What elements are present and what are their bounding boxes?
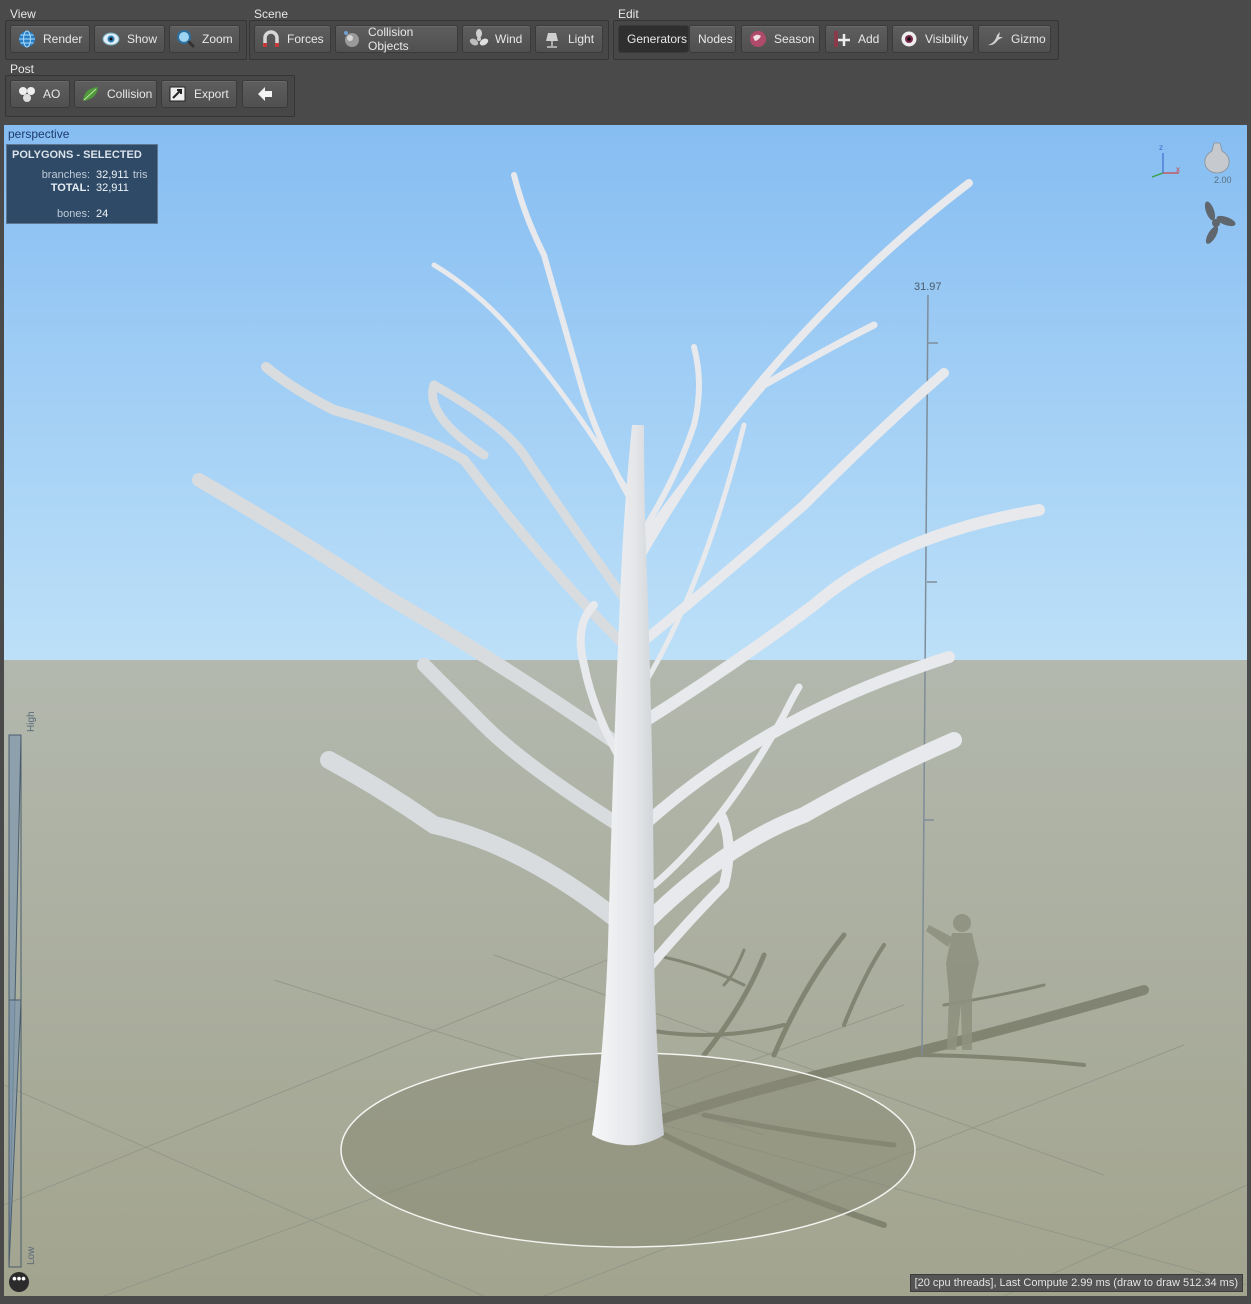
height-scale-value: 31.97	[914, 281, 942, 293]
zoom-label: Zoom	[202, 32, 233, 46]
ao-label: AO	[43, 87, 61, 101]
more-options-button[interactable]: •••	[9, 1272, 29, 1292]
season-globe-icon	[750, 31, 766, 47]
visibility-label: Visibility	[925, 32, 969, 46]
export-label: Export	[194, 87, 229, 101]
camera-label[interactable]: perspective	[8, 127, 69, 141]
forces-label: Forces	[287, 32, 324, 46]
wind-button[interactable]: Wind	[462, 25, 531, 53]
render-button[interactable]: Render	[10, 25, 90, 53]
stats-total-row: TOTAL: 32,911	[7, 182, 129, 194]
collision-objects-label: Collision Objects	[368, 25, 414, 53]
visibility-button[interactable]: Visibility	[892, 25, 974, 53]
total-value: 32,911	[96, 182, 129, 194]
show-button[interactable]: Show	[94, 25, 165, 53]
3d-viewport[interactable]: perspective POLYGONS - SELECTED branches…	[4, 125, 1247, 1296]
scene-render	[4, 125, 1247, 1296]
add-button[interactable]: Add	[825, 25, 888, 53]
ao-button[interactable]: AO	[10, 80, 70, 108]
toolbar: View Render Show Zoom Scene Forces Colli…	[0, 0, 1251, 124]
lamp-icon	[546, 33, 558, 48]
axis-z-label: z	[1159, 143, 1163, 152]
season-button[interactable]: Season	[741, 25, 820, 53]
edit-group-label: Edit	[618, 7, 639, 21]
export-icon	[169, 86, 186, 102]
forces-button[interactable]: Forces	[254, 25, 331, 53]
branches-label: branches:	[41, 169, 90, 181]
branches-unit: tris	[132, 169, 148, 181]
render-label: Render	[43, 32, 83, 46]
wind-label: Wind	[495, 32, 523, 46]
collision-objects-button[interactable]: Collision Objects	[335, 25, 458, 53]
magnet-icon	[263, 30, 279, 47]
season-label: Season	[774, 32, 815, 46]
bones-label: bones:	[56, 208, 90, 220]
nodes-tab[interactable]: Nodes	[689, 25, 736, 53]
generators-label: Generators	[627, 32, 688, 46]
stats-branches-row: branches: 32,911 tris	[7, 169, 148, 181]
light-button[interactable]: Light	[535, 25, 603, 53]
gizmo-icon	[988, 32, 1003, 46]
branches-value: 32,911	[96, 169, 129, 181]
light-label: Light	[568, 32, 595, 46]
export-button[interactable]: Export	[161, 80, 237, 108]
stats-bones-row: bones: 24	[7, 208, 108, 220]
collision-button[interactable]: Collision	[74, 80, 157, 108]
scene-group-label: Scene	[254, 7, 289, 21]
ao-spheres-icon	[19, 87, 35, 102]
eye-icon	[102, 32, 120, 46]
collision-label: Collision	[107, 87, 153, 101]
status-bar: [20 cpu threads], Last Compute 2.99 ms (…	[909, 1274, 1243, 1292]
axis-x-label: x	[1176, 165, 1180, 174]
add-node-icon	[834, 31, 850, 47]
globe-icon	[19, 30, 35, 48]
back-arrow-icon	[258, 87, 272, 101]
gizmo-label: Gizmo	[1011, 32, 1046, 46]
magnifier-icon	[177, 30, 196, 49]
stats-header: POLYGONS - SELECTED	[12, 149, 142, 161]
lod-high-label: High	[26, 711, 37, 732]
show-label: Show	[127, 32, 158, 46]
gizmo-button[interactable]: Gizmo	[978, 25, 1051, 53]
nodes-label: Nodes	[698, 32, 733, 46]
post-group-label: Post	[10, 62, 35, 76]
polygon-stats-panel: POLYGONS - SELECTED branches: 32,911 tri…	[6, 144, 158, 224]
fan-icon	[469, 29, 489, 46]
add-label: Add	[858, 32, 880, 46]
lod-low-label: Low	[26, 1246, 37, 1265]
eyeball-icon	[901, 31, 917, 47]
leaf-collision-icon	[83, 87, 98, 101]
back-button[interactable]	[242, 80, 288, 108]
zoom-button[interactable]: Zoom	[169, 25, 240, 53]
sphere-icon	[344, 31, 359, 47]
generators-tab[interactable]: Generators	[618, 25, 689, 53]
total-label: TOTAL:	[50, 182, 90, 194]
light-intensity-value: 2.00	[1214, 175, 1232, 185]
view-group-label: View	[10, 7, 36, 21]
bones-value: 24	[96, 208, 109, 220]
